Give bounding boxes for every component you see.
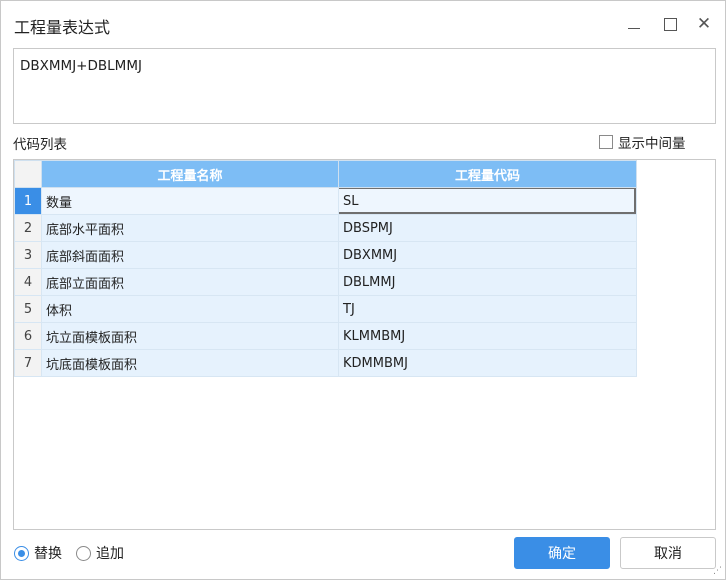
dialog-title: 工程量表达式: [14, 18, 111, 37]
row-number: 2: [14, 214, 42, 242]
quantity-code-cell[interactable]: KDMMBMJ: [338, 349, 637, 377]
mode-radio-group: 替换 追加: [14, 543, 138, 563]
code-list-label: 代码列表: [13, 137, 67, 153]
show-intermediate-checkbox[interactable]: [599, 135, 613, 149]
quantity-code-cell[interactable]: TJ: [338, 295, 637, 323]
row-number: 4: [14, 268, 42, 296]
table-header-row: 工程量名称 工程量代码: [14, 160, 637, 188]
append-label: 追加: [96, 546, 124, 562]
close-icon: ✕: [696, 14, 712, 34]
replace-option[interactable]: 替换: [14, 543, 62, 563]
maximize-button[interactable]: [655, 9, 685, 39]
row-number: 1: [14, 187, 42, 215]
table-row[interactable]: 3 底部斜面面积 DBXMMJ: [14, 241, 637, 269]
row-number: 5: [14, 295, 42, 323]
show-intermediate-label: 显示中间量: [618, 136, 686, 152]
column-header-code[interactable]: 工程量代码: [338, 160, 637, 188]
title-bar[interactable]: 工程量表达式 ✕: [1, 1, 725, 47]
minimize-button[interactable]: [619, 9, 649, 39]
replace-label: 替换: [34, 546, 62, 562]
quantity-name-cell[interactable]: 坑底面模板面积: [41, 349, 339, 377]
quantity-name-cell[interactable]: 数量: [41, 187, 339, 215]
quantity-code-cell[interactable]: DBXMMJ: [338, 241, 637, 269]
table-row[interactable]: 5 体积 TJ: [14, 295, 637, 323]
minimize-icon: [628, 27, 640, 29]
ok-button[interactable]: 确定: [514, 537, 610, 569]
close-button[interactable]: ✕: [689, 9, 719, 39]
append-option[interactable]: 追加: [76, 543, 124, 563]
table-row[interactable]: 7 坑底面模板面积 KDMMBMJ: [14, 349, 637, 377]
quantity-name-cell[interactable]: 底部立面面积: [41, 268, 339, 296]
code-list-grid[interactable]: 工程量名称 工程量代码 1 数量 SL 2 底部水平面积 DBSPMJ 3 底部…: [13, 159, 716, 530]
append-radio[interactable]: [76, 545, 91, 561]
quantity-code-cell[interactable]: DBSPMJ: [338, 214, 637, 242]
row-number: 7: [14, 349, 42, 377]
resize-grip-icon[interactable]: ⋰: [713, 567, 722, 576]
quantity-code-cell[interactable]: DBLMMJ: [338, 268, 637, 296]
code-table: 工程量名称 工程量代码 1 数量 SL 2 底部水平面积 DBSPMJ 3 底部…: [14, 160, 637, 377]
show-intermediate-toggle[interactable]: 显示中间量: [599, 132, 686, 152]
table-row[interactable]: 2 底部水平面积 DBSPMJ: [14, 214, 637, 242]
quantity-name-cell[interactable]: 体积: [41, 295, 339, 323]
table-corner: [14, 160, 42, 188]
replace-radio[interactable]: [14, 545, 29, 561]
table-row[interactable]: 6 坑立面模板面积 KLMMBMJ: [14, 322, 637, 350]
row-number: 6: [14, 322, 42, 350]
quantity-name-cell[interactable]: 底部水平面积: [41, 214, 339, 242]
quantity-name-cell[interactable]: 底部斜面面积: [41, 241, 339, 269]
maximize-icon: [663, 17, 677, 31]
quantity-code-cell[interactable]: SL: [338, 187, 637, 215]
column-header-name[interactable]: 工程量名称: [41, 160, 339, 188]
row-number: 3: [14, 241, 42, 269]
expression-input[interactable]: DBXMMJ+DBLMMJ: [13, 48, 716, 124]
expression-dialog: 工程量表达式 ✕ DBXMMJ+DBLMMJ 代码列表 显示中间量 工程量名称 …: [0, 0, 726, 580]
table-row[interactable]: 1 数量 SL: [14, 187, 637, 215]
quantity-name-cell[interactable]: 坑立面模板面积: [41, 322, 339, 350]
cancel-button[interactable]: 取消: [620, 537, 716, 569]
expression-text: DBXMMJ+DBLMMJ: [20, 58, 142, 74]
table-row[interactable]: 4 底部立面面积 DBLMMJ: [14, 268, 637, 296]
quantity-code-cell[interactable]: KLMMBMJ: [338, 322, 637, 350]
